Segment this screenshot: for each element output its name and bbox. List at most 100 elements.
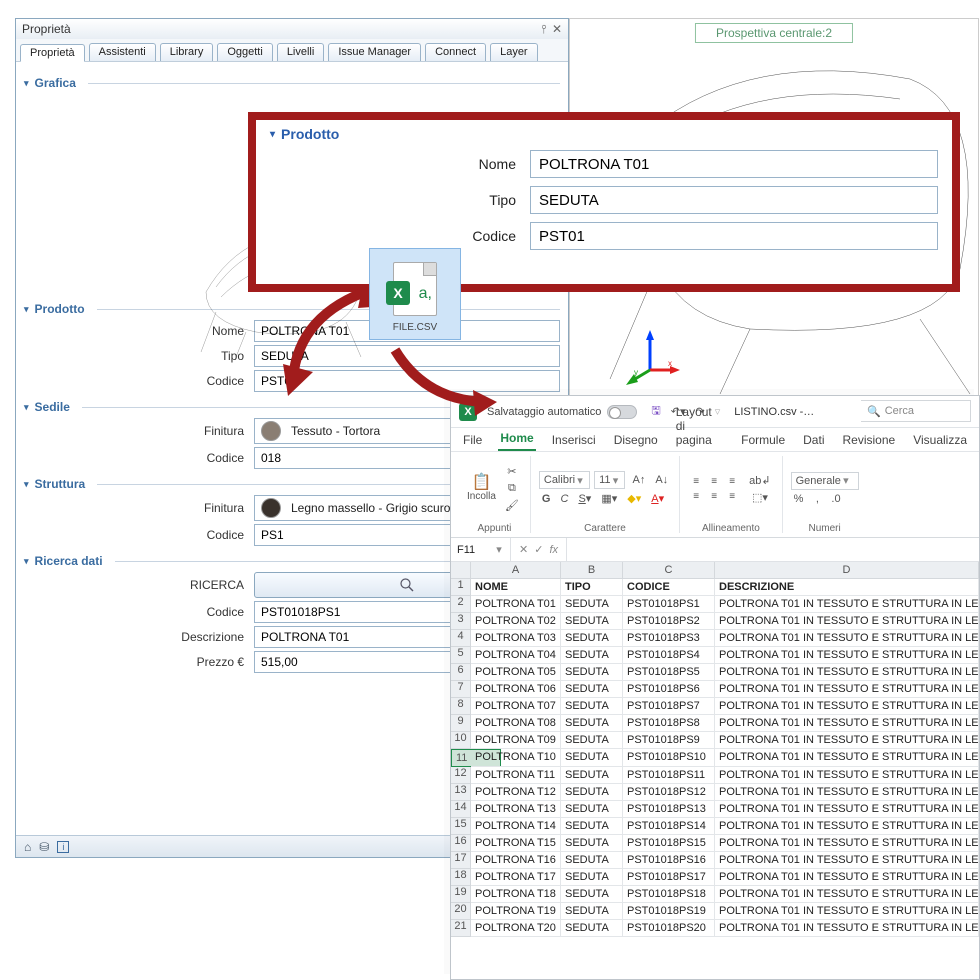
- cell-B20[interactable]: SEDUTA: [561, 903, 623, 920]
- cell-A21[interactable]: POLTRONA T20: [471, 920, 561, 937]
- col-B[interactable]: B: [561, 562, 623, 579]
- cell-B21[interactable]: SEDUTA: [561, 920, 623, 937]
- cell-C16[interactable]: PST01018PS15: [623, 835, 715, 852]
- cell-D12[interactable]: POLTRONA T01 IN TESSUTO E STRUTTURA IN L…: [715, 767, 979, 784]
- align-middle-icon[interactable]: ≡: [706, 475, 722, 488]
- cell-A15[interactable]: POLTRONA T14: [471, 818, 561, 835]
- cell-C2[interactable]: PST01018PS1: [623, 596, 715, 613]
- cell-D9[interactable]: POLTRONA T01 IN TESSUTO E STRUTTURA IN L…: [715, 715, 979, 732]
- autosave-toggle[interactable]: [607, 405, 637, 419]
- border-icon[interactable]: ▦▾: [598, 491, 620, 506]
- cell-C5[interactable]: PST01018PS4: [623, 647, 715, 664]
- merge-icon[interactable]: ⬚▾: [746, 490, 773, 505]
- excel-search[interactable]: 🔍 Cerca: [861, 400, 971, 422]
- cell-A6[interactable]: POLTRONA T05: [471, 664, 561, 681]
- cell-A14[interactable]: POLTRONA T13: [471, 801, 561, 818]
- section-grafica[interactable]: Grafica: [24, 76, 560, 90]
- rownum-17[interactable]: 17: [451, 852, 471, 869]
- cell-A13[interactable]: POLTRONA T12: [471, 784, 561, 801]
- cell-A4[interactable]: POLTRONA T03: [471, 630, 561, 647]
- cell-D15[interactable]: POLTRONA T01 IN TESSUTO E STRUTTURA IN L…: [715, 818, 979, 835]
- fx-icon[interactable]: fx: [549, 544, 558, 556]
- menu-layout-di-pagina[interactable]: Layout di pagina: [674, 403, 725, 451]
- copy-icon[interactable]: ⧉: [502, 481, 522, 496]
- inc-dec-icon[interactable]: .0: [828, 492, 843, 506]
- underline-icon[interactable]: S▾: [575, 491, 594, 506]
- cell-A16[interactable]: POLTRONA T15: [471, 835, 561, 852]
- cell-C14[interactable]: PST01018PS13: [623, 801, 715, 818]
- cell-B14[interactable]: SEDUTA: [561, 801, 623, 818]
- cell-C12[interactable]: PST01018PS11: [623, 767, 715, 784]
- tab-oggetti[interactable]: Oggetti: [217, 43, 272, 61]
- cell-A9[interactable]: POLTRONA T08: [471, 715, 561, 732]
- menu-disegno[interactable]: Disegno: [612, 431, 660, 451]
- cancel-formula-icon[interactable]: ✕: [519, 543, 528, 556]
- rownum-3[interactable]: 3: [451, 613, 471, 630]
- cell-D11[interactable]: POLTRONA T01 IN TESSUTO E STRUTTURA IN L…: [715, 749, 979, 767]
- formula-bar[interactable]: [566, 538, 979, 561]
- cell-B11[interactable]: SEDUTA: [561, 749, 623, 767]
- cell-A12[interactable]: POLTRONA T11: [471, 767, 561, 784]
- col-C[interactable]: C: [623, 562, 715, 579]
- close-icon[interactable]: ✕: [550, 22, 562, 36]
- cell-B18[interactable]: SEDUTA: [561, 869, 623, 886]
- menu-dati[interactable]: Dati: [801, 431, 826, 451]
- rownum-9[interactable]: 9: [451, 715, 471, 732]
- cell-A18[interactable]: POLTRONA T17: [471, 869, 561, 886]
- rownum-10[interactable]: 10: [451, 732, 471, 749]
- overlay-codice-input[interactable]: [530, 222, 938, 250]
- comma-icon[interactable]: ,: [810, 492, 824, 506]
- tab-layer[interactable]: Layer: [490, 43, 538, 61]
- cell-D1[interactable]: DESCRIZIONE: [715, 579, 979, 596]
- cell-D19[interactable]: POLTRONA T01 IN TESSUTO E STRUTTURA IN L…: [715, 886, 979, 903]
- font-color-icon[interactable]: A▾: [648, 491, 667, 506]
- rownum-12[interactable]: 12: [451, 767, 471, 784]
- name-box[interactable]: F11▾: [451, 538, 511, 562]
- rownum-18[interactable]: 18: [451, 869, 471, 886]
- align-center-icon[interactable]: ≡: [706, 490, 722, 503]
- wrap-text-icon[interactable]: ab↲: [746, 473, 773, 488]
- tab-connect[interactable]: Connect: [425, 43, 486, 61]
- cell-D8[interactable]: POLTRONA T01 IN TESSUTO E STRUTTURA IN L…: [715, 698, 979, 715]
- cell-D16[interactable]: POLTRONA T01 IN TESSUTO E STRUTTURA IN L…: [715, 835, 979, 852]
- italic-icon[interactable]: C: [557, 492, 571, 506]
- cut-icon[interactable]: ✂: [502, 464, 522, 479]
- col-D[interactable]: D: [715, 562, 979, 579]
- spreadsheet-grid[interactable]: ABCD1NOMETIPOCODICEDESCRIZIONE2POLTRONA …: [451, 562, 979, 937]
- cell-B5[interactable]: SEDUTA: [561, 647, 623, 664]
- fontsize-select[interactable]: 11▾: [594, 471, 625, 489]
- cell-A19[interactable]: POLTRONA T18: [471, 886, 561, 903]
- cell-B19[interactable]: SEDUTA: [561, 886, 623, 903]
- cell-C10[interactable]: PST01018PS9: [623, 732, 715, 749]
- rownum-5[interactable]: 5: [451, 647, 471, 664]
- cell-D17[interactable]: POLTRONA T01 IN TESSUTO E STRUTTURA IN L…: [715, 852, 979, 869]
- rownum-14[interactable]: 14: [451, 801, 471, 818]
- tab-livelli[interactable]: Livelli: [277, 43, 325, 61]
- overlay-nome-input[interactable]: [530, 150, 938, 178]
- cell-B10[interactable]: SEDUTA: [561, 732, 623, 749]
- cell-D6[interactable]: POLTRONA T01 IN TESSUTO E STRUTTURA IN L…: [715, 664, 979, 681]
- cell-A5[interactable]: POLTRONA T04: [471, 647, 561, 664]
- grow-font-icon[interactable]: A↑: [629, 473, 648, 487]
- menu-home[interactable]: Home: [498, 429, 535, 451]
- cell-B15[interactable]: SEDUTA: [561, 818, 623, 835]
- cell-C1[interactable]: CODICE: [623, 579, 715, 596]
- cell-D18[interactable]: POLTRONA T01 IN TESSUTO E STRUTTURA IN L…: [715, 869, 979, 886]
- menu-formule[interactable]: Formule: [739, 431, 787, 451]
- save-icon[interactable]: 🖫: [651, 402, 660, 421]
- cell-B2[interactable]: SEDUTA: [561, 596, 623, 613]
- bold-icon[interactable]: G: [539, 492, 554, 506]
- rownum-13[interactable]: 13: [451, 784, 471, 801]
- menu-visualizza[interactable]: Visualizza: [911, 431, 969, 451]
- csv-file-icon[interactable]: Xa, FILE.CSV: [369, 248, 461, 340]
- cell-C20[interactable]: PST01018PS19: [623, 903, 715, 920]
- menu-revisione[interactable]: Revisione: [840, 431, 897, 451]
- cell-A8[interactable]: POLTRONA T07: [471, 698, 561, 715]
- align-top-icon[interactable]: ≡: [688, 475, 704, 488]
- rownum-6[interactable]: 6: [451, 664, 471, 681]
- cell-A11[interactable]: POLTRONA T10: [471, 749, 561, 767]
- align-bottom-icon[interactable]: ≡: [724, 475, 740, 488]
- cell-D20[interactable]: POLTRONA T01 IN TESSUTO E STRUTTURA IN L…: [715, 903, 979, 920]
- rownum-2[interactable]: 2: [451, 596, 471, 613]
- cell-B4[interactable]: SEDUTA: [561, 630, 623, 647]
